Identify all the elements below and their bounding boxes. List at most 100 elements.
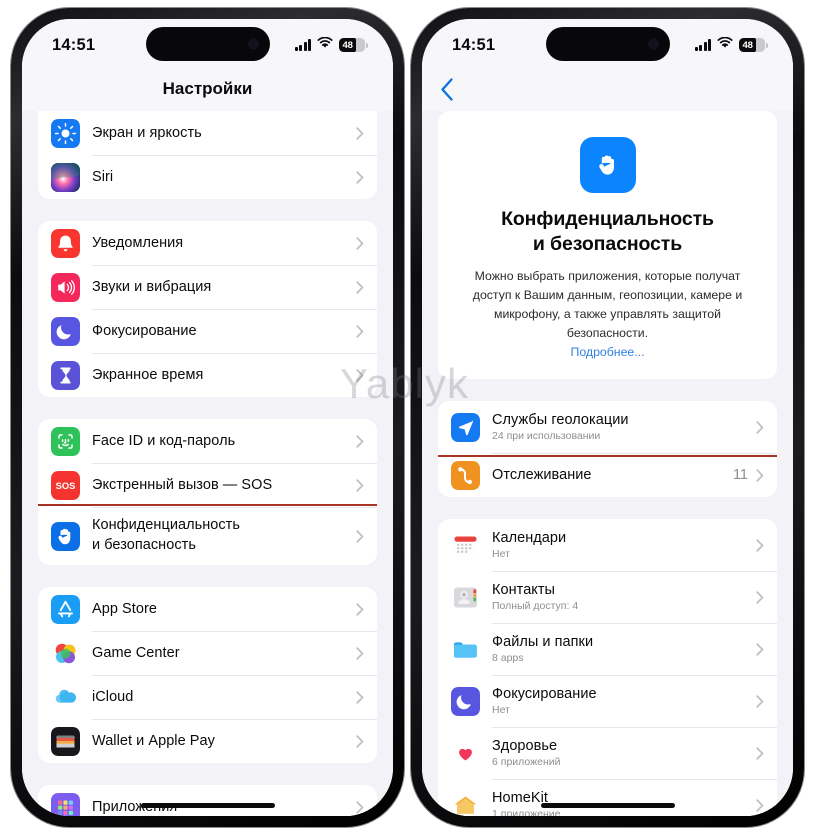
- row-text: Game Center: [92, 637, 354, 670]
- row-text: Face ID и код-пароль: [92, 425, 354, 458]
- chevron-right-icon: [356, 529, 364, 543]
- row-text: Контакты Полный доступ: 4: [492, 574, 754, 621]
- list-item-tracking[interactable]: Отслеживание 11: [438, 453, 777, 498]
- chevron-right-icon: [356, 734, 364, 748]
- privacy-hand-icon: [51, 521, 80, 551]
- list-item-homekit[interactable]: HomeKit 1 приложение: [438, 779, 777, 816]
- tracking-icon: [451, 460, 480, 490]
- row-text: Службы геолокации 24 при использовании: [492, 404, 754, 451]
- status-indicators: 48: [694, 36, 768, 54]
- status-time: 14:51: [52, 35, 96, 54]
- row-label: Службы геолокации: [492, 411, 629, 428]
- game-center-icon: [51, 639, 80, 668]
- privacy-description: Можно выбрать приложения, которые получа…: [472, 268, 743, 341]
- list-item-files-folders[interactable]: Файлы и папки 8 apps: [438, 623, 777, 676]
- row-text: Файлы и папки 8 apps: [492, 626, 754, 673]
- row-label: App Store: [92, 600, 157, 617]
- app-store-icon: [51, 594, 80, 624]
- right-nav-bar: [422, 67, 793, 111]
- privacy-hand-icon: [579, 137, 636, 193]
- dynamic-island: [145, 27, 270, 61]
- row-text: Отслеживание: [492, 459, 733, 492]
- chevron-right-icon: [756, 590, 764, 604]
- sidebar-item-emergency-sos[interactable]: SOS Экстренный вызов — SOS: [38, 463, 377, 507]
- wallet-apple-pay-icon: [51, 726, 80, 756]
- row-label: Уведомления: [92, 234, 184, 251]
- list-item-location-services[interactable]: Службы геолокации 24 при использовании: [438, 401, 777, 454]
- privacy-hero-card: Конфиденциальность и безопасность Можно …: [438, 111, 777, 380]
- settings-group-services: App Store Game Center iCloud Wallet и Ap…: [38, 587, 377, 763]
- row-subtitle: Нет: [492, 548, 510, 561]
- row-label: Game Center: [92, 644, 180, 661]
- row-text: Фокусирование Нет: [492, 678, 754, 725]
- list-item-health[interactable]: Здоровье 6 приложений: [438, 727, 777, 780]
- sidebar-item-notifications[interactable]: Уведомления: [38, 221, 377, 265]
- sidebar-item-display-brightness[interactable]: Экран и яркость: [38, 111, 377, 155]
- sidebar-item-apps[interactable]: Приложения: [38, 785, 377, 816]
- row-label-line1: Конфиденциальность: [92, 517, 240, 534]
- page-title: Настройки: [162, 79, 253, 98]
- dynamic-island: [545, 27, 670, 61]
- learn-more-link[interactable]: Подробнее...: [570, 345, 644, 359]
- wifi-icon: [717, 36, 733, 54]
- row-text: Экран и яркость: [92, 117, 354, 150]
- row-subtitle: 24 при использовании: [492, 430, 601, 443]
- row-label: Здоровье: [492, 737, 558, 754]
- front-camera-icon: [247, 38, 259, 50]
- row-label: Экран и яркость: [92, 124, 202, 141]
- row-label: Календари: [492, 529, 567, 546]
- settings-group-security: Face ID и код-пароль SOS Экстренный вызо…: [38, 419, 377, 565]
- row-text: Звуки и вибрация: [92, 271, 354, 304]
- row-trailing-count: 11: [732, 467, 748, 484]
- wifi-icon: [317, 36, 333, 54]
- row-label: Face ID и код-пароль: [92, 432, 236, 449]
- left-nav-bar: Настройки: [22, 67, 393, 111]
- row-label: Экстренный вызов — SOS: [92, 476, 273, 493]
- right-privacy-list[interactable]: Конфиденциальность и безопасность Можно …: [422, 111, 793, 816]
- row-label: Siri: [92, 168, 114, 185]
- siri-icon: [51, 162, 80, 192]
- homekit-icon: [451, 791, 480, 816]
- settings-group-display: Экран и яркость Siri: [38, 111, 377, 199]
- chevron-right-icon: [756, 642, 764, 656]
- chevron-right-icon: [756, 694, 764, 708]
- home-indicator: [140, 803, 275, 808]
- row-text: Фокусирование: [92, 315, 354, 348]
- sidebar-item-face-id[interactable]: Face ID и код-пароль: [38, 419, 377, 463]
- battery-icon: 48: [339, 38, 368, 52]
- sidebar-item-siri[interactable]: Siri: [38, 155, 377, 199]
- sidebar-item-screen-time[interactable]: Экранное время: [38, 353, 377, 397]
- row-label: Файлы и папки: [492, 633, 594, 650]
- row-label: Wallet и Apple Pay: [92, 732, 215, 749]
- sidebar-item-privacy-security[interactable]: Конфиденциальность и безопасность: [38, 507, 377, 565]
- row-subtitle: Нет: [492, 704, 510, 717]
- chevron-right-icon: [356, 368, 364, 382]
- privacy-title-line2: и безопасность: [532, 232, 683, 255]
- sidebar-item-sounds-haptics[interactable]: Звуки и вибрация: [38, 265, 377, 309]
- sidebar-item-focus[interactable]: Фокусирование: [38, 309, 377, 353]
- list-item-focus[interactable]: Фокусирование Нет: [438, 675, 777, 728]
- sidebar-item-app-store[interactable]: App Store: [38, 587, 377, 631]
- chevron-right-icon: [356, 126, 364, 140]
- notifications-bell-icon: [51, 228, 80, 258]
- row-text: HomeKit 1 приложение: [492, 782, 754, 817]
- chevron-right-icon: [756, 538, 764, 552]
- chevron-right-icon: [356, 800, 364, 814]
- sounds-haptics-icon: [51, 272, 80, 302]
- chevron-right-icon: [356, 646, 364, 660]
- row-subtitle: 8 apps: [492, 652, 524, 665]
- left-settings-list[interactable]: Экран и яркость Siri Уведомления Звуки и…: [22, 111, 393, 816]
- row-label-line2: и безопасность: [92, 537, 196, 553]
- back-button[interactable]: [440, 78, 462, 101]
- chevron-right-icon: [356, 170, 364, 184]
- sidebar-item-icloud[interactable]: iCloud: [38, 675, 377, 719]
- left-phone-screen: 14:51 48 Настройки Экран и яркость Siri …: [22, 19, 393, 816]
- chevron-right-icon: [356, 324, 364, 338]
- list-item-calendars[interactable]: Календари Нет: [438, 519, 777, 572]
- list-item-contacts[interactable]: Контакты Полный доступ: 4: [438, 571, 777, 624]
- row-subtitle: Полный доступ: 4: [492, 600, 579, 613]
- home-indicator: [540, 803, 675, 808]
- sidebar-item-game-center[interactable]: Game Center: [38, 631, 377, 675]
- sidebar-item-wallet-apple-pay[interactable]: Wallet и Apple Pay: [38, 719, 377, 763]
- chevron-right-icon: [356, 602, 364, 616]
